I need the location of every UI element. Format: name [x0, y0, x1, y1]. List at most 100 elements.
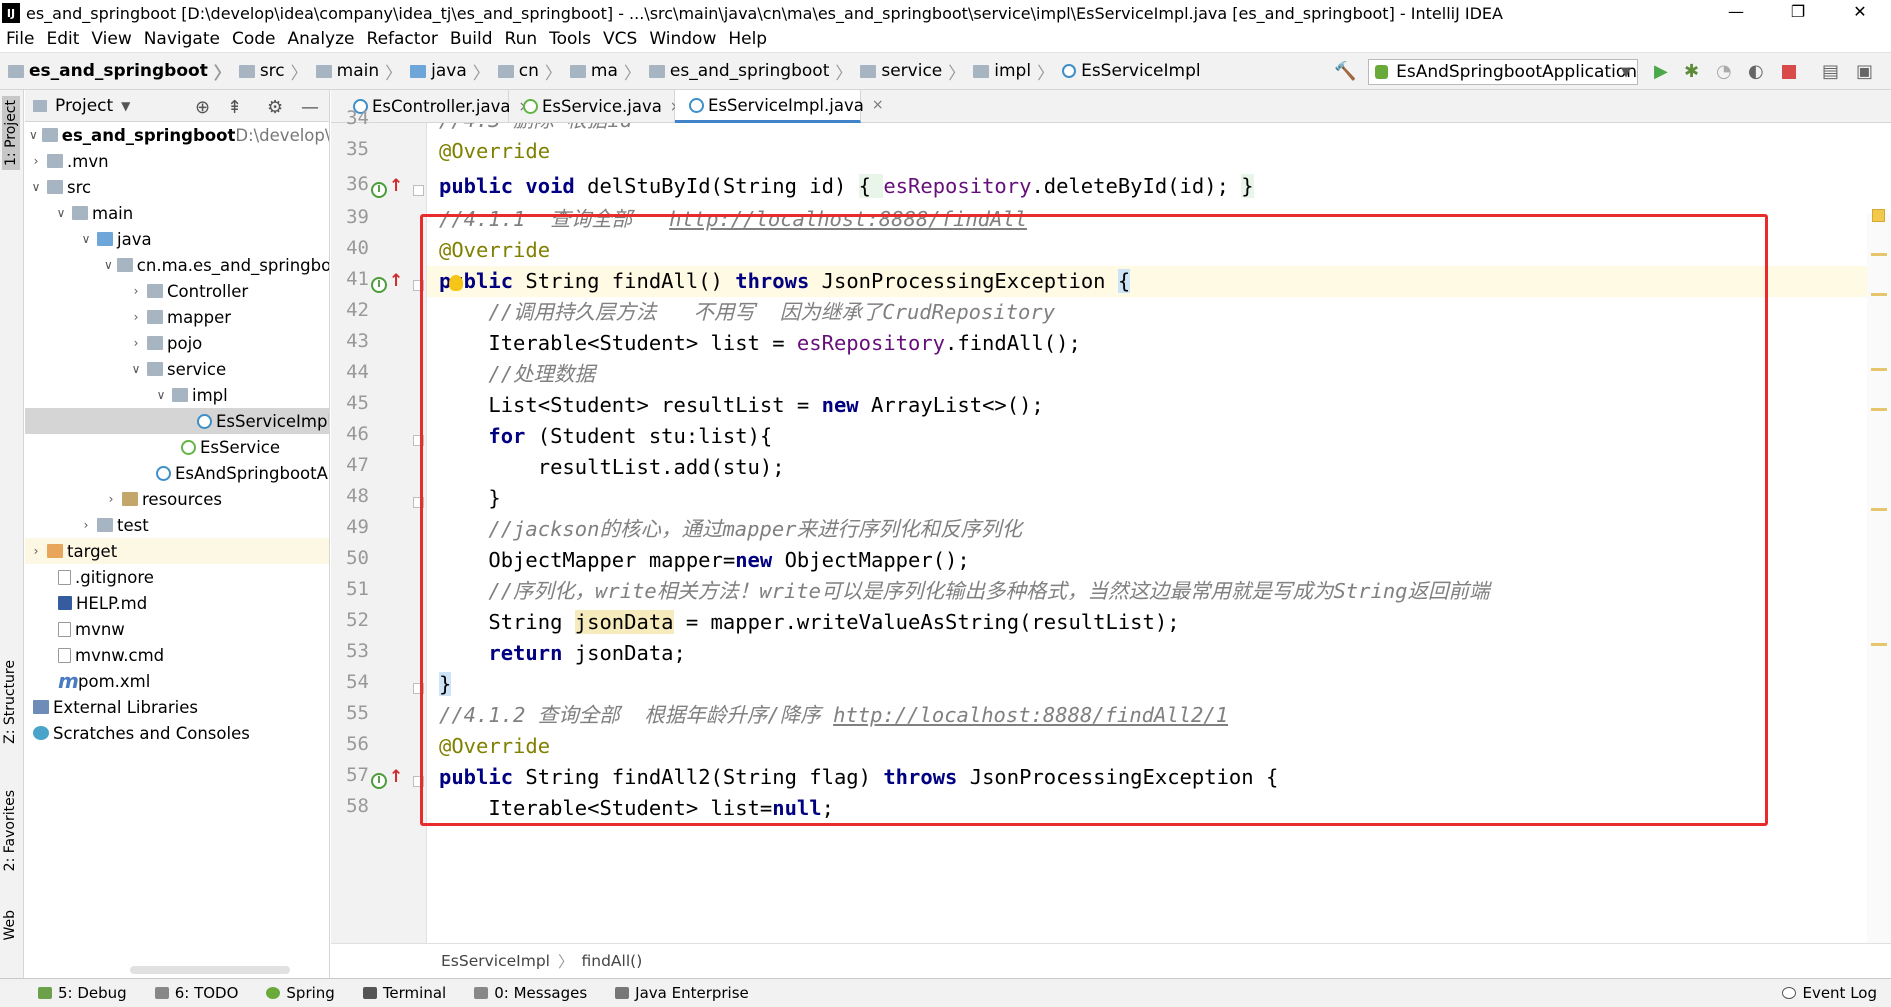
fold-collapse-icon[interactable]	[413, 280, 424, 291]
tree-item-esserviceimpl[interactable]: EsServiceImpl	[25, 408, 329, 434]
project-view-selector[interactable]: Project	[55, 96, 113, 116]
tab-esserviceimpl[interactable]: EsServiceImpl.java ×	[675, 90, 884, 123]
tool-tab-web[interactable]: Web	[2, 910, 18, 941]
breadcrumb-java[interactable]: java 〉	[402, 59, 490, 84]
menu-refactor[interactable]: Refactor	[361, 29, 444, 49]
stop-icon[interactable]	[1782, 65, 1796, 79]
minimize-button[interactable]: —	[1705, 0, 1767, 26]
breadcrumb-main[interactable]: main 〉	[308, 59, 402, 84]
tool-java-enterprise-button[interactable]: Java Enterprise	[615, 984, 749, 1002]
tree-item-application[interactable]: EsAndSpringbootApplication	[25, 460, 329, 486]
override-arrow-icon[interactable]: ↑	[389, 271, 403, 291]
breadcrumb-cn[interactable]: cn 〉	[490, 59, 562, 84]
locate-file-icon[interactable]: ⊕	[195, 97, 210, 118]
sdk-icon[interactable]: ▣	[1856, 61, 1873, 83]
menu-help[interactable]: Help	[722, 29, 773, 49]
build-hammer-icon[interactable]: 🔨	[1334, 61, 1356, 83]
tree-item-resources[interactable]: › resources	[25, 486, 329, 512]
breadcrumb-ma[interactable]: ma 〉	[562, 59, 641, 84]
breadcrumb-src[interactable]: src 〉	[231, 59, 308, 84]
tree-item-esservice[interactable]: EsService	[25, 434, 329, 460]
tree-item-java[interactable]: ∨ java	[25, 226, 329, 252]
tree-item-help-md[interactable]: HELP.md	[25, 590, 329, 616]
tree-item-mvn[interactable]: › .mvn	[25, 148, 329, 174]
project-horizontal-scrollbar[interactable]	[130, 966, 290, 974]
breadcrumb-es-and-springboot[interactable]: es_and_springboot 〉	[641, 59, 852, 84]
menu-build[interactable]: Build	[444, 29, 499, 49]
tool-tab-project[interactable]: 1: Project	[2, 96, 20, 170]
tool-tab-favorites[interactable]: 2: Favorites	[2, 790, 18, 871]
tool-terminal-button[interactable]: Terminal	[362, 984, 446, 1002]
editor-breadcrumb-class[interactable]: EsServiceImpl	[441, 952, 550, 970]
tree-item-scratches[interactable]: Scratches and Consoles	[25, 720, 329, 746]
fold-collapse-icon[interactable]	[413, 683, 424, 694]
menu-file[interactable]: File	[0, 29, 40, 49]
project-structure-icon[interactable]: ▤	[1822, 61, 1839, 83]
tree-item-external-libraries[interactable]: External Libraries	[25, 694, 329, 720]
override-arrow-icon[interactable]: ↑	[389, 767, 403, 787]
coverage-icon[interactable]: ◔	[1716, 61, 1732, 83]
override-arrow-icon[interactable]: ↑	[389, 176, 403, 196]
fold-collapse-icon[interactable]	[413, 497, 424, 508]
implements-method-icon[interactable]: I	[371, 773, 387, 789]
tree-item-gitignore[interactable]: .gitignore	[25, 564, 329, 590]
tree-item-project-root[interactable]: ∨es_and_springboot D:\develop\idea\c	[25, 122, 329, 148]
collapse-all-icon[interactable]: ⇞	[227, 97, 242, 118]
close-tab-icon[interactable]: ×	[872, 97, 884, 113]
menu-edit[interactable]: Edit	[40, 29, 85, 49]
tree-item-package[interactable]: ∨ cn.ma.es_and_springboot	[25, 252, 329, 278]
code-area[interactable]: //4.3 删除 根据id @Override public void delS…	[427, 123, 1867, 943]
implements-method-icon[interactable]: I	[371, 277, 387, 293]
breadcrumb-impl[interactable]: impl 〉	[965, 59, 1054, 84]
menu-analyze[interactable]: Analyze	[282, 29, 361, 49]
event-log-button[interactable]: Event Log	[1782, 984, 1877, 1002]
profile-icon[interactable]: ◐	[1748, 61, 1764, 83]
menu-vcs[interactable]: VCS	[597, 29, 643, 49]
close-window-button[interactable]: ✕	[1829, 0, 1891, 26]
tree-item-service[interactable]: ∨ service	[25, 356, 329, 382]
menu-navigate[interactable]: Navigate	[138, 29, 226, 49]
tree-item-controller[interactable]: › Controller	[25, 278, 329, 304]
debug-icon[interactable]: ✱	[1684, 61, 1699, 83]
menu-run[interactable]: Run	[499, 29, 544, 49]
inspection-status-icon[interactable]	[1872, 209, 1885, 222]
tool-debug-button[interactable]: 5: Debug	[38, 984, 127, 1002]
tree-item-main[interactable]: ∨ main	[25, 200, 329, 226]
menu-window[interactable]: Window	[643, 29, 722, 49]
url-link[interactable]: http://localhost:8888/findAll	[669, 207, 1027, 231]
gear-icon[interactable]: ⚙	[267, 97, 283, 118]
error-stripe[interactable]	[1867, 209, 1891, 943]
maximize-button[interactable]: ❐	[1767, 0, 1829, 26]
tree-item-mvnw[interactable]: mvnw	[25, 616, 329, 642]
tree-item-mvnw-cmd[interactable]: mvnw.cmd	[25, 642, 329, 668]
tool-messages-button[interactable]: 0: Messages	[474, 984, 587, 1002]
url-link[interactable]: http://localhost:8888/findAll2/1	[833, 703, 1228, 727]
tool-spring-button[interactable]: Spring	[266, 984, 335, 1002]
tree-item-pojo[interactable]: › pojo	[25, 330, 329, 356]
tree-item-mapper[interactable]: › mapper	[25, 304, 329, 330]
lightbulb-icon[interactable]	[449, 275, 463, 291]
menu-tools[interactable]: Tools	[543, 29, 597, 49]
fold-expand-icon[interactable]	[413, 185, 424, 196]
breadcrumb-project[interactable]: es_and_springboot 〉	[0, 59, 231, 84]
breadcrumb-service[interactable]: service 〉	[852, 59, 965, 84]
editor-breadcrumb-method[interactable]: findAll()	[582, 952, 643, 970]
tree-item-pom-xml[interactable]: m pom.xml	[25, 668, 329, 694]
tool-todo-button[interactable]: 6: TODO	[154, 984, 238, 1002]
tree-item-impl[interactable]: ∨ impl	[25, 382, 329, 408]
tool-tab-structure[interactable]: Z: Structure	[2, 660, 18, 744]
tab-esservice[interactable]: EsService.java×	[509, 90, 682, 123]
tree-item-src[interactable]: ∨ src	[25, 174, 329, 200]
implements-method-icon[interactable]: I	[371, 182, 387, 198]
run-icon[interactable]: ▶	[1654, 61, 1668, 83]
tree-item-target[interactable]: › target	[25, 538, 329, 564]
chevron-down-icon[interactable]: ▼	[121, 99, 130, 113]
run-configuration-select[interactable]: EsAndSpringbootApplication ▼	[1368, 59, 1638, 85]
fold-collapse-icon[interactable]	[413, 776, 424, 787]
menu-code[interactable]: Code	[226, 29, 282, 49]
fold-collapse-icon[interactable]	[413, 435, 424, 446]
tree-item-test[interactable]: › test	[25, 512, 329, 538]
hide-panel-icon[interactable]: —	[301, 97, 319, 118]
breadcrumb-esserviceimpl[interactable]: EsServiceImpl	[1054, 61, 1201, 81]
menu-view[interactable]: View	[85, 29, 137, 49]
